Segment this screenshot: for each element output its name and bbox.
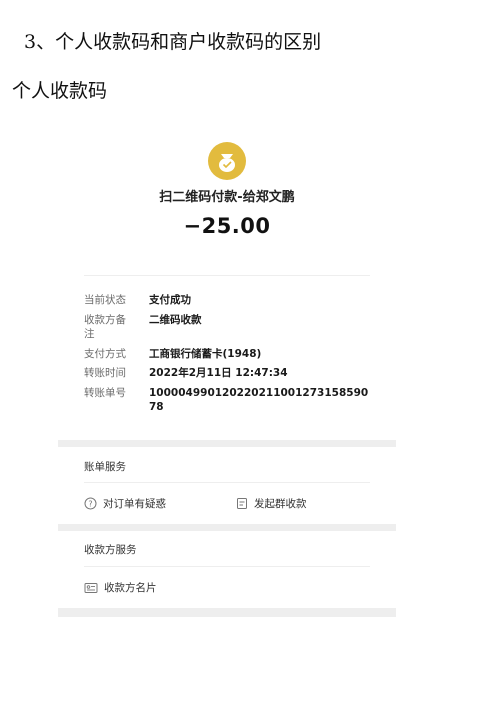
group-collect-link[interactable]: 发起群收款 xyxy=(236,496,307,511)
svg-text:?: ? xyxy=(88,499,92,508)
detail-label: 当前状态 xyxy=(84,294,126,306)
detail-value: 2022年2月11日 12:47:34 xyxy=(149,367,288,379)
document-heading: 3、个人收款码和商户收款码的区别 xyxy=(24,31,322,53)
payment-title: 扫二维码付款-给郑文鹏 xyxy=(159,190,295,205)
card-icon xyxy=(84,582,98,593)
section-separator xyxy=(58,524,396,531)
detail-value: 二维码收款 xyxy=(149,314,202,326)
bill-service-title: 账单服务 xyxy=(84,461,126,473)
detail-label: 转账单号 xyxy=(84,387,126,399)
detail-label: 收款方备注 xyxy=(84,314,126,340)
divider xyxy=(84,566,370,567)
payment-amount: −25.00 xyxy=(183,214,271,238)
detail-value: 100004990120220211001273158590 78 xyxy=(149,387,369,413)
divider xyxy=(84,482,370,483)
payment-receipt: 扫二维码付款-给郑文鹏 −25.00 当前状态 支付成功 收款方备注 二维码收款… xyxy=(58,130,396,620)
detail-label: 转账时间 xyxy=(84,367,126,379)
group-collect-icon xyxy=(237,498,247,509)
detail-value: 工商银行储蓄卡(1948) xyxy=(149,348,262,360)
payee-card-label: 收款方名片 xyxy=(104,582,157,594)
detail-value: 支付成功 xyxy=(149,294,191,306)
order-question-link[interactable]: ? 对订单有疑惑 xyxy=(84,496,166,511)
payment-bag-icon xyxy=(208,142,246,180)
section-separator xyxy=(58,608,396,617)
detail-label: 支付方式 xyxy=(84,348,126,360)
question-circle-icon: ? xyxy=(84,497,97,510)
document-subheading: 个人收款码 xyxy=(12,80,108,102)
order-question-label: 对订单有疑惑 xyxy=(103,498,166,510)
section-separator xyxy=(58,440,396,447)
divider xyxy=(84,275,370,276)
group-collect-label: 发起群收款 xyxy=(254,498,307,510)
payee-card-link[interactable]: 收款方名片 xyxy=(84,580,157,595)
payee-service-title: 收款方服务 xyxy=(84,544,137,556)
